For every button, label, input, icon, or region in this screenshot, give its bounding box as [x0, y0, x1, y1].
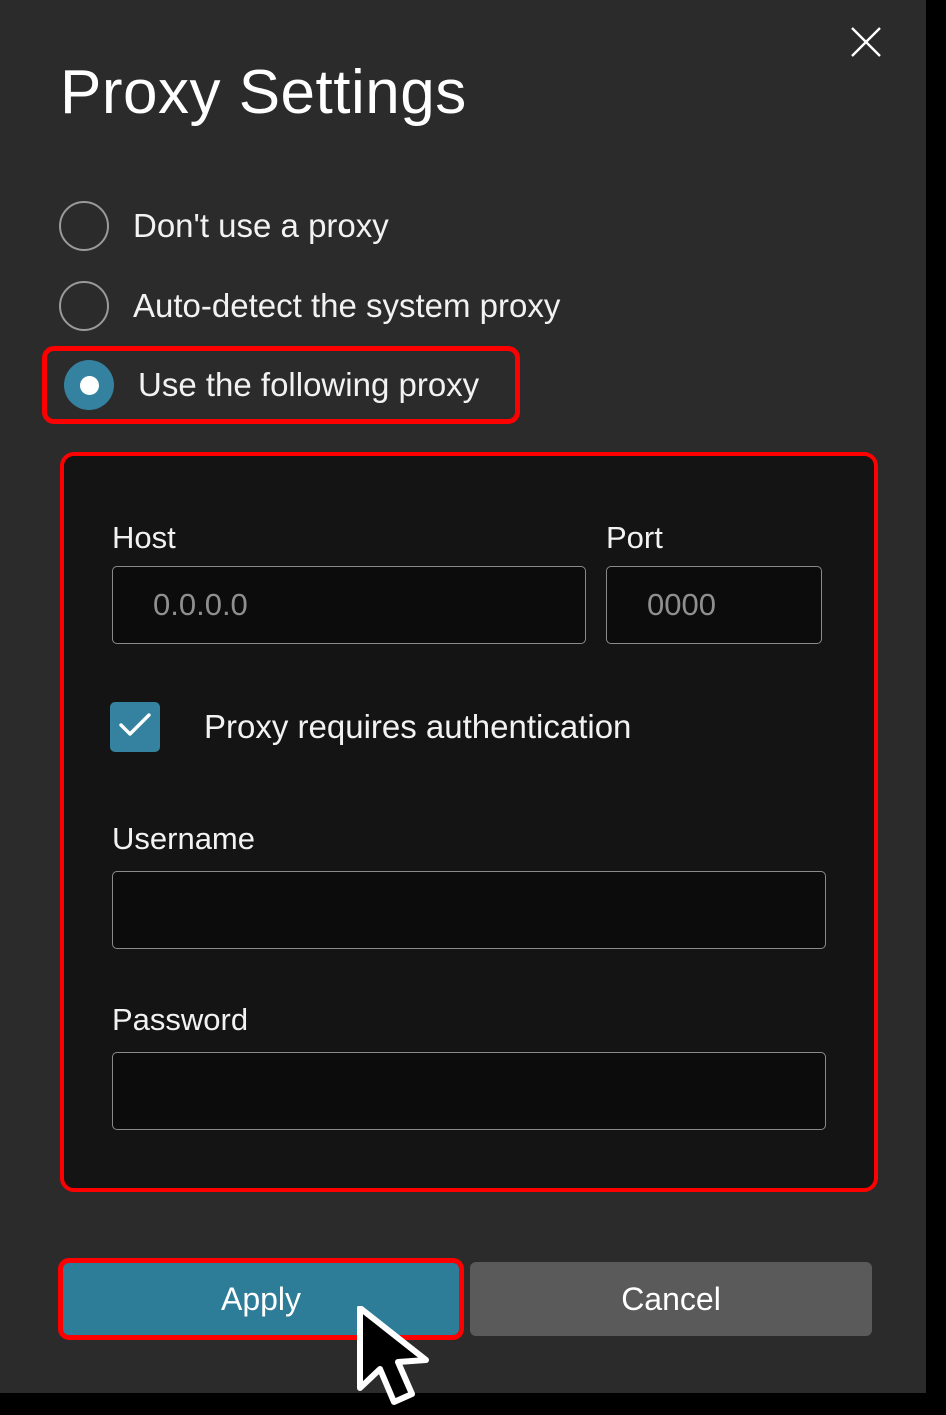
- password-input[interactable]: [112, 1052, 826, 1130]
- proxy-auth-checkbox-row[interactable]: Proxy requires authentication: [110, 702, 631, 752]
- radio-icon-unselected: [59, 281, 109, 331]
- checkmark-icon: [118, 712, 152, 743]
- radio-label: Use the following proxy: [138, 366, 480, 403]
- proxy-mode-radio-group: Don't use a proxy Auto-detect the system…: [0, 186, 926, 424]
- page-title: Proxy Settings: [60, 58, 467, 127]
- close-icon: [849, 25, 883, 59]
- port-label: Port: [606, 520, 663, 555]
- close-button[interactable]: [838, 14, 894, 70]
- proxy-auth-label: Proxy requires authentication: [204, 708, 632, 745]
- apply-button-highlight: Apply: [58, 1258, 464, 1340]
- radio-option-auto-detect-system-proxy[interactable]: Auto-detect the system proxy: [0, 266, 926, 346]
- proxy-details-panel: Host 0.0.0.0 Port 0000 Proxy requires au…: [60, 452, 878, 1192]
- radio-label: Auto-detect the system proxy: [133, 287, 561, 324]
- port-input[interactable]: 0000: [606, 566, 822, 644]
- cancel-button[interactable]: Cancel: [470, 1262, 872, 1336]
- apply-button[interactable]: Apply: [63, 1263, 459, 1335]
- host-input[interactable]: 0.0.0.0: [112, 566, 586, 644]
- proxy-auth-checkbox[interactable]: [110, 702, 160, 752]
- username-input[interactable]: [112, 871, 826, 949]
- username-label: Username: [112, 821, 255, 856]
- radio-icon-unselected: [59, 201, 109, 251]
- radio-icon-selected: [64, 360, 114, 410]
- radio-label: Don't use a proxy: [133, 207, 389, 244]
- proxy-settings-dialog: Proxy Settings Don't use a proxy Auto-de…: [0, 0, 926, 1405]
- radio-option-dont-use-proxy[interactable]: Don't use a proxy: [0, 186, 926, 266]
- screen: Proxy Settings Don't use a proxy Auto-de…: [0, 0, 946, 1410]
- password-label: Password: [112, 1002, 249, 1037]
- radio-option-use-following-proxy[interactable]: Use the following proxy: [42, 346, 520, 424]
- host-label: Host: [112, 520, 176, 555]
